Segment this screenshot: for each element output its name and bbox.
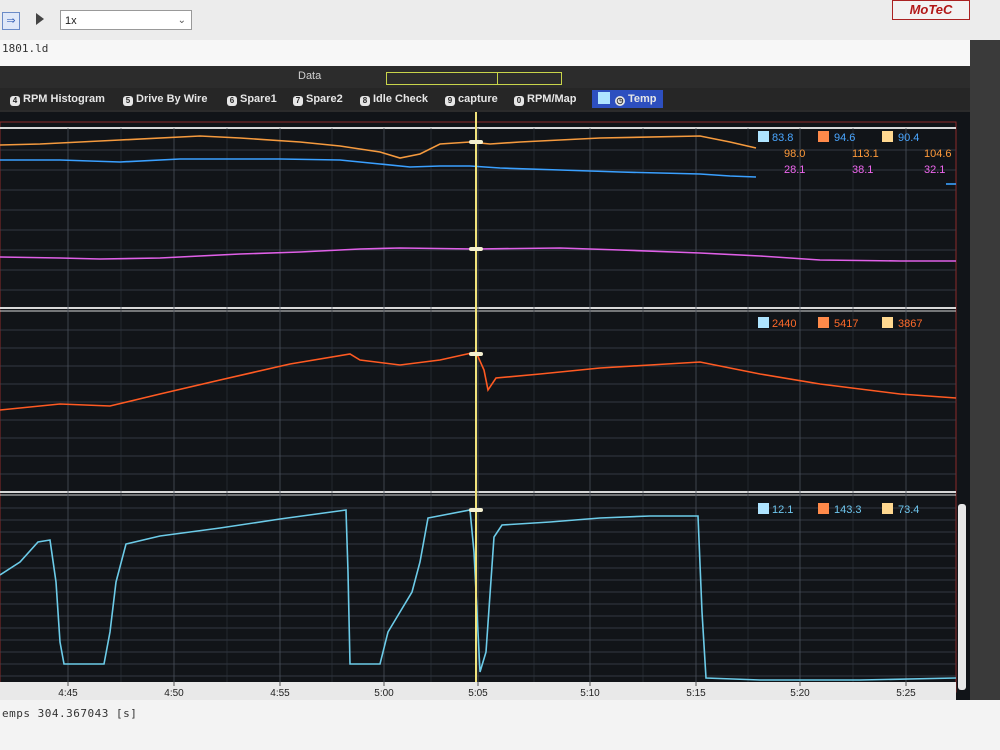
x-tick-label: 4:45	[58, 688, 78, 699]
vertical-scrollbar-thumb[interactable]	[958, 504, 966, 690]
min-icon	[758, 317, 769, 328]
tab-drive-by-wire[interactable]: 5 Drive By Wire	[123, 90, 207, 108]
max-icon	[818, 503, 829, 514]
tab-spare2[interactable]: 7 Spare2	[293, 90, 343, 108]
cursor-marker	[469, 140, 483, 144]
avg-icon	[882, 131, 893, 142]
playback-speed-select[interactable]: 1x ⌄	[60, 10, 192, 30]
x-tick-label: 5:25	[896, 688, 916, 699]
tab-label: RPM/Map	[527, 93, 577, 105]
data-label: Data	[298, 70, 322, 82]
tab-number-icon: 0	[514, 96, 524, 106]
tab-label: Idle Check	[373, 93, 429, 105]
tab-number-icon: 7	[293, 96, 303, 106]
x-tick-label: 4:55	[270, 688, 290, 699]
back-arrow-icon[interactable]: ⇒	[2, 12, 20, 30]
min-icon	[758, 503, 769, 514]
data-range-right[interactable]	[497, 72, 562, 85]
tab-label: Temp	[628, 93, 657, 105]
motec-logo: MoTeC	[892, 0, 970, 20]
monitor-bezel-right	[970, 40, 1000, 750]
worksheet-tabs: 4 RPM Histogram 5 Drive By Wire 6 Spare1 7S…	[0, 88, 1000, 110]
legend-value: 2440	[772, 318, 796, 330]
legend-value: 3867	[898, 318, 922, 330]
tab-rpm-map[interactable]: 0 RPM/Map	[514, 90, 577, 108]
cursor-marker	[469, 247, 483, 251]
x-tick-label: 5:00	[374, 688, 394, 699]
tab-label: Spare2	[306, 93, 343, 105]
tab-label: RPM Histogram	[23, 93, 105, 105]
clock-icon: ◷	[615, 96, 625, 106]
chevron-down-icon: ⌄	[177, 15, 186, 26]
tab-number-icon: 9	[445, 96, 455, 106]
cursor-marker	[469, 352, 483, 356]
legend-value: 104.6	[924, 148, 952, 160]
file-bar: 1801.ld	[0, 40, 1000, 66]
x-tick-label: 4:50	[164, 688, 184, 699]
max-icon	[818, 317, 829, 328]
legend-value: 73.4	[898, 504, 919, 516]
tab-temp[interactable]: ◷ Temp	[592, 90, 663, 108]
min-icon	[758, 131, 769, 142]
legend-value: 12.1	[772, 504, 793, 516]
tab-number-icon: 4	[10, 96, 20, 106]
temp-tab-icon	[598, 92, 610, 104]
playback-speed-value: 1x	[65, 15, 77, 27]
avg-icon	[882, 317, 893, 328]
legend-value: 5417	[834, 318, 858, 330]
legend-value: 94.6	[834, 132, 855, 144]
tab-capture[interactable]: 9 capture	[445, 90, 498, 108]
avg-icon	[882, 503, 893, 514]
x-axis: 4:45 4:50 4:55 5:00 5:05 5:10 5:15 5:20 5:25	[0, 682, 956, 700]
tab-number-icon: 8	[360, 96, 370, 106]
time-plot-area[interactable]: 83.8 94.6 90.4 98.0 113.1 104.6 28.1 38.1 32.1 24…	[0, 112, 970, 700]
x-tick-label: 5:10	[580, 688, 600, 699]
x-tick-label: 5:20	[790, 688, 810, 699]
tab-label: capture	[458, 93, 498, 105]
legend-value: 113.1	[852, 148, 879, 160]
toolbar: ⇒ 1x ⌄ MoTeC	[0, 0, 1000, 41]
x-tick-label: 5:05	[468, 688, 488, 699]
legend-value: 38.1	[852, 164, 873, 176]
data-range-left[interactable]	[386, 72, 498, 85]
cursor-marker	[469, 508, 483, 512]
max-icon	[818, 131, 829, 142]
tab-spare1[interactable]: 6 Spare1	[227, 90, 277, 108]
legend-value: 143.3	[834, 504, 862, 516]
tab-label: Spare1	[240, 93, 277, 105]
cursor-time-readout: emps 304.367043 [s]	[2, 707, 138, 720]
legend-value: 32.1	[924, 164, 945, 176]
legend-value: 83.8	[772, 132, 793, 144]
tab-idle-check[interactable]: 8 Idle Check	[360, 90, 428, 108]
plot-background	[0, 112, 970, 700]
legend-value: 28.1	[784, 164, 805, 176]
x-tick-label: 5:15	[686, 688, 706, 699]
legend-value: 98.0	[784, 148, 805, 160]
tab-rpm-histogram[interactable]: 4 RPM Histogram	[10, 90, 105, 108]
file-name: 1801.ld	[2, 42, 49, 55]
tab-number-icon: 6	[227, 96, 237, 106]
tab-number-icon: 5	[123, 96, 133, 106]
tab-label: Drive By Wire	[136, 93, 208, 105]
status-bar: emps 304.367043 [s]	[0, 700, 1000, 750]
play-icon[interactable]	[36, 13, 44, 25]
legend-value: 90.4	[898, 132, 919, 144]
